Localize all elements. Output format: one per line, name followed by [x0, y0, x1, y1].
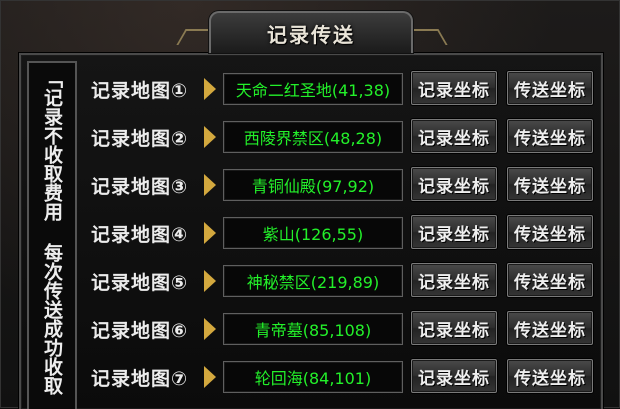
location-field: 轮回海(84,101) — [223, 361, 403, 393]
location-field: 青铜仙殿(97,92) — [223, 169, 403, 201]
location-field: 紫山(126,55) — [223, 217, 403, 249]
record-coords-button[interactable]: 记录坐标 — [411, 359, 497, 393]
window-title: 记录传送 — [267, 22, 355, 47]
record-row-4: 记录地图④ 紫山(126,55) 记录坐标 传送坐标 — [89, 215, 601, 251]
record-row-2: 记录地图② 西陵界禁区(48,28) 记录坐标 传送坐标 — [89, 119, 601, 155]
record-row-3: 记录地图③ 青铜仙殿(97,92) 记录坐标 传送坐标 — [89, 167, 601, 203]
location-field: 青帝墓(85,108) — [223, 313, 403, 345]
row-label: 记录地图③ — [91, 176, 189, 198]
arrow-right-icon — [204, 126, 216, 148]
arrow-right-icon — [204, 78, 216, 100]
row-label: 记录地图② — [91, 128, 189, 150]
location-field: 天命二红圣地(41,38) — [223, 73, 403, 105]
teleport-coords-button[interactable]: 传送坐标 — [507, 311, 593, 345]
row-label: 记录地图① — [91, 80, 189, 102]
arrow-right-icon — [204, 222, 216, 244]
record-coords-button[interactable]: 记录坐标 — [411, 215, 497, 249]
arrow-right-icon — [204, 174, 216, 196]
notice-panel: 「记录不收取费用 每次传送成功收取 — [27, 61, 77, 409]
record-row-7: 记录地图⑦ 轮回海(84,101) 记录坐标 传送坐标 — [89, 359, 601, 395]
teleport-record-window: 记录传送 「记录不收取费用 每次传送成功收取 记录地图① 天命二红圣地(41,3… — [0, 0, 620, 409]
arrow-right-icon — [204, 366, 216, 388]
row-label: 记录地图⑥ — [91, 320, 189, 342]
record-coords-button[interactable]: 记录坐标 — [411, 263, 497, 297]
record-coords-button[interactable]: 记录坐标 — [411, 119, 497, 153]
record-row-5: 记录地图⑤ 神秘禁区(219,89) 记录坐标 传送坐标 — [89, 263, 601, 299]
teleport-coords-button[interactable]: 传送坐标 — [507, 167, 593, 201]
row-label: 记录地图⑦ — [91, 368, 189, 390]
record-coords-button[interactable]: 记录坐标 — [411, 71, 497, 105]
teleport-coords-button[interactable]: 传送坐标 — [507, 119, 593, 153]
record-row-1: 记录地图① 天命二红圣地(41,38) 记录坐标 传送坐标 — [89, 71, 601, 107]
teleport-coords-button[interactable]: 传送坐标 — [507, 215, 593, 249]
row-label: 记录地图④ — [91, 224, 189, 246]
teleport-coords-button[interactable]: 传送坐标 — [507, 263, 593, 297]
record-row-6: 记录地图⑥ 青帝墓(85,108) 记录坐标 传送坐标 — [89, 311, 601, 347]
arrow-right-icon — [204, 270, 216, 292]
title-bar: 记录传送 — [209, 11, 413, 53]
record-coords-button[interactable]: 记录坐标 — [411, 167, 497, 201]
location-field: 神秘禁区(219,89) — [223, 265, 403, 297]
arrow-right-icon — [204, 318, 216, 340]
teleport-coords-button[interactable]: 传送坐标 — [507, 71, 593, 105]
record-coords-button[interactable]: 记录坐标 — [411, 311, 497, 345]
row-label: 记录地图⑤ — [91, 272, 189, 294]
teleport-coords-button[interactable]: 传送坐标 — [507, 359, 593, 393]
notice-text: 「记录不收取费用 每次传送成功收取 — [41, 69, 63, 395]
location-field: 西陵界禁区(48,28) — [223, 121, 403, 153]
